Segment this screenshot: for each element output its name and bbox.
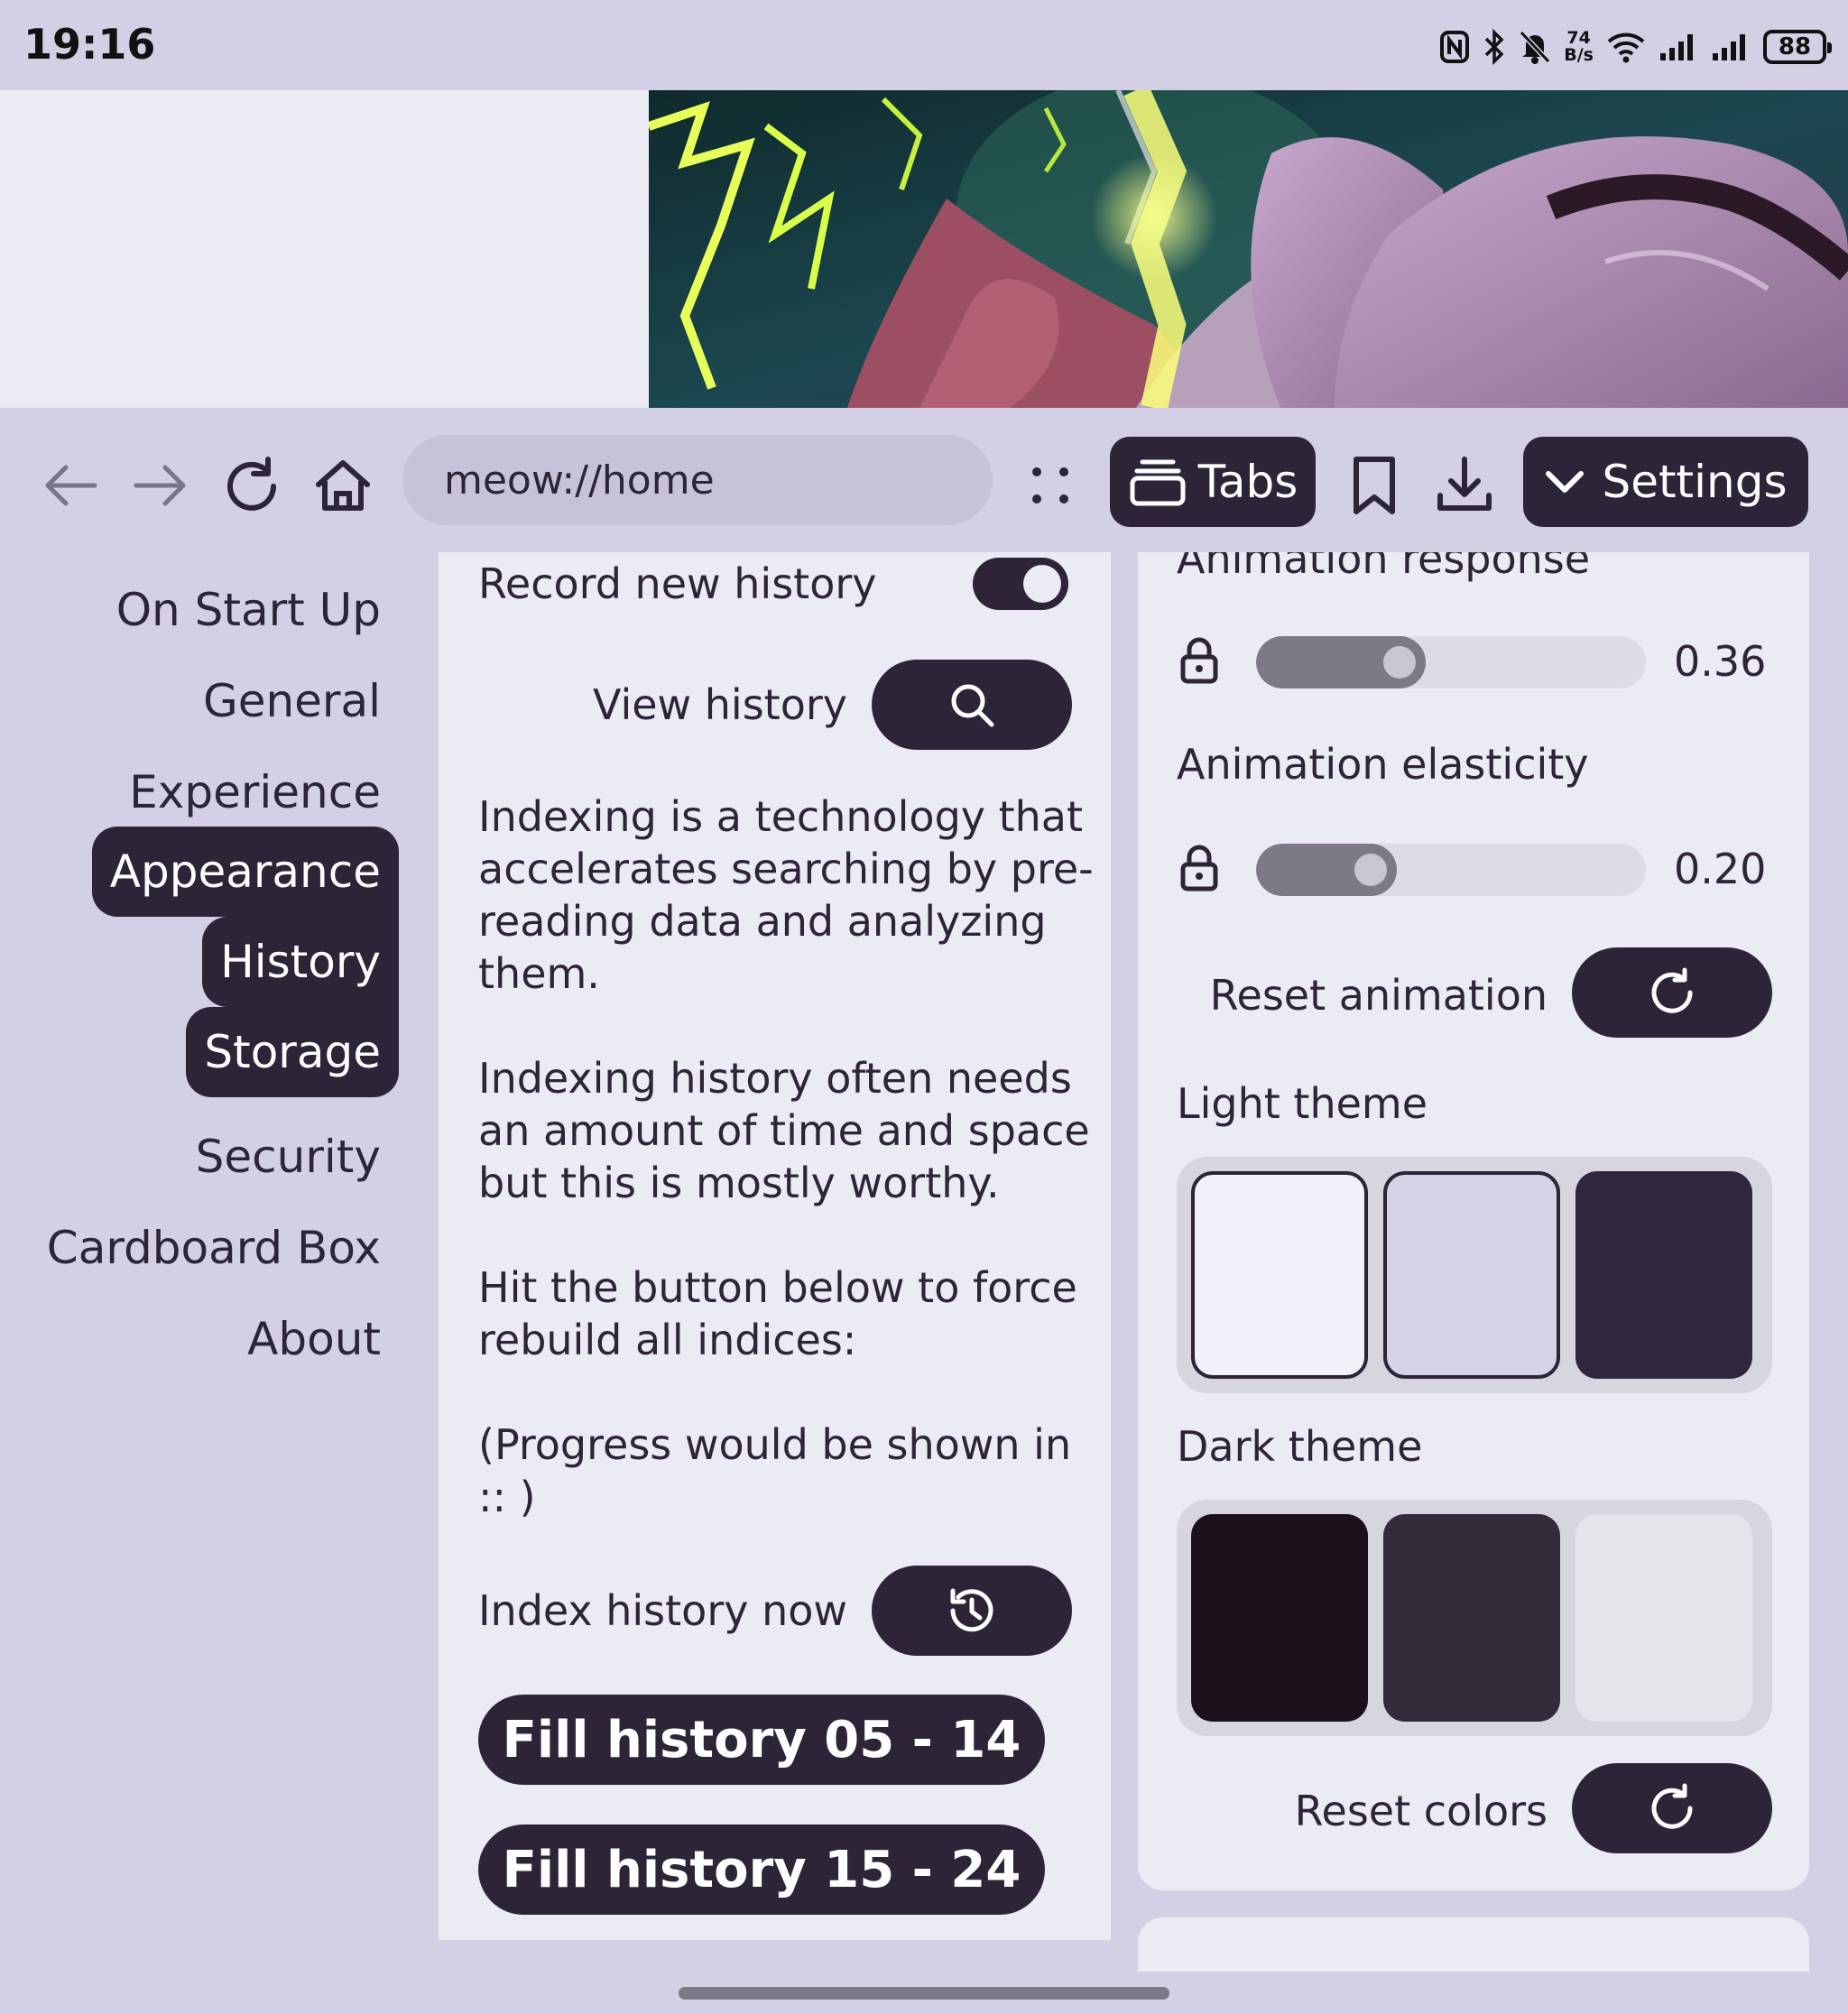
sidebar-item-general[interactable]: General (203, 656, 381, 746)
hero-banner (0, 90, 1848, 408)
reset-animation-button[interactable] (1572, 947, 1772, 1038)
nfc-icon (1440, 31, 1470, 63)
sidebar-item-appearance[interactable]: Appearance (91, 827, 399, 917)
signal-icon (1713, 34, 1745, 60)
view-history-button[interactable] (872, 660, 1072, 750)
sidebar-item-storage[interactable]: Storage (186, 1007, 399, 1097)
search-icon (951, 684, 994, 727)
settings-button[interactable]: Settings (1523, 437, 1808, 527)
reload-button[interactable] (217, 449, 289, 522)
arrow-left-icon (45, 465, 97, 506)
home-icon (316, 460, 370, 511)
history-icon (950, 1588, 993, 1632)
sidebar-item-on-start-up[interactable]: On Start Up (116, 565, 381, 655)
lock-icon (1180, 845, 1218, 892)
indexing-cost-note: Indexing history often needs an amount o… (478, 1054, 1090, 1207)
rebuild-instructions: Hit the button below to force rebuild al… (478, 1263, 1077, 1364)
dark-color-swatch-2[interactable] (1383, 1514, 1560, 1722)
tabs-stack-icon (1130, 459, 1186, 506)
appearance-settings-panel: Animation response 0.36 Animation elasti… (1138, 552, 1809, 1890)
dark-color-swatch-1[interactable] (1191, 1514, 1368, 1722)
next-settings-card (1138, 1917, 1809, 1972)
network-speed: 74 B/s (1564, 28, 1594, 65)
index-history-button[interactable] (872, 1566, 1072, 1656)
back-button[interactable] (34, 449, 106, 522)
reset-icon (1651, 1783, 1693, 1829)
animation-elasticity-label: Animation elasticity (1177, 740, 1589, 789)
reset-animation-label: Reset animation (1209, 971, 1548, 1020)
home-indicator[interactable] (679, 1987, 1169, 2000)
index-history-label: Index history now (477, 1586, 847, 1635)
status-bar: 19:16 74 B/s 88 (0, 0, 1848, 90)
status-time: 19:16 (23, 20, 156, 69)
home-button[interactable] (307, 449, 379, 522)
animation-response-slider[interactable] (1256, 636, 1646, 688)
mute-icon (1520, 30, 1551, 64)
history-settings-panel: Record new history View history Indexing… (439, 552, 1111, 1940)
lock-icon (1180, 637, 1218, 684)
dots-grid-icon (1032, 467, 1068, 504)
light-color-swatch-1[interactable] (1191, 1171, 1368, 1379)
reload-icon (227, 457, 276, 511)
record-history-label: Record new history (478, 559, 877, 608)
indexing-description: Indexing is a technology that accelerate… (478, 792, 1094, 998)
fill-history-05-14-button[interactable]: Fill history 05 - 14 (478, 1695, 1045, 1785)
sidebar-item-history[interactable]: History (202, 917, 399, 1007)
slider-knob[interactable] (1383, 646, 1416, 679)
sidebar-item-experience[interactable]: Experience (129, 747, 381, 837)
chevron-down-icon (1546, 471, 1585, 493)
light-theme-label: Light theme (1177, 1079, 1428, 1128)
tabs-label: Tabs (1197, 456, 1298, 508)
status-icons: 74 B/s 88 (1439, 25, 1832, 69)
hero-illustration (649, 90, 1848, 408)
dark-color-swatch-3[interactable] (1575, 1514, 1752, 1722)
tabs-button[interactable]: Tabs (1110, 437, 1316, 527)
view-history-label: View history (593, 680, 847, 729)
more-button[interactable] (1014, 449, 1086, 522)
signal-icon (1660, 34, 1693, 60)
light-theme-swatches (1177, 1157, 1772, 1393)
light-color-swatch-2[interactable] (1383, 1171, 1560, 1379)
download-button[interactable] (1428, 449, 1501, 522)
animation-response-label: Animation response (1177, 552, 1591, 583)
forward-button[interactable] (125, 449, 197, 522)
bookmark-icon (1354, 457, 1395, 514)
reset-colors-label: Reset colors (1294, 1787, 1548, 1835)
reset-colors-button[interactable] (1572, 1763, 1772, 1853)
arrow-right-icon (134, 465, 186, 506)
animation-response-value: 0.36 (1674, 637, 1767, 686)
bluetooth-icon (1485, 29, 1504, 65)
sidebar-item-security[interactable]: Security (196, 1112, 381, 1202)
light-color-swatch-3[interactable] (1575, 1171, 1752, 1379)
battery-indicator: 88 (1763, 30, 1832, 64)
dark-theme-label: Dark theme (1177, 1422, 1423, 1471)
reset-icon (1651, 967, 1693, 1013)
bookmark-button[interactable] (1338, 449, 1410, 522)
progress-note: (Progress would be shown in :: ) (478, 1420, 1072, 1521)
sidebar-item-about[interactable]: About (247, 1294, 381, 1384)
url-bar[interactable]: meow://home (402, 435, 993, 525)
dark-theme-swatches (1177, 1500, 1772, 1736)
settings-label: Settings (1602, 456, 1788, 508)
download-icon (1437, 457, 1492, 511)
sidebar-item-cardboard-box[interactable]: Cardboard Box (47, 1203, 381, 1293)
wifi-icon (1607, 32, 1645, 63)
animation-elasticity-value: 0.20 (1674, 845, 1767, 893)
browser-toolbar: meow://home Tabs Settings (0, 408, 1848, 552)
slider-knob[interactable] (1354, 854, 1387, 886)
fill-history-15-24-button[interactable]: Fill history 15 - 24 (478, 1825, 1045, 1915)
animation-elasticity-slider[interactable] (1256, 844, 1646, 896)
url-text: meow://home (444, 457, 715, 504)
record-history-toggle[interactable] (973, 558, 1068, 610)
